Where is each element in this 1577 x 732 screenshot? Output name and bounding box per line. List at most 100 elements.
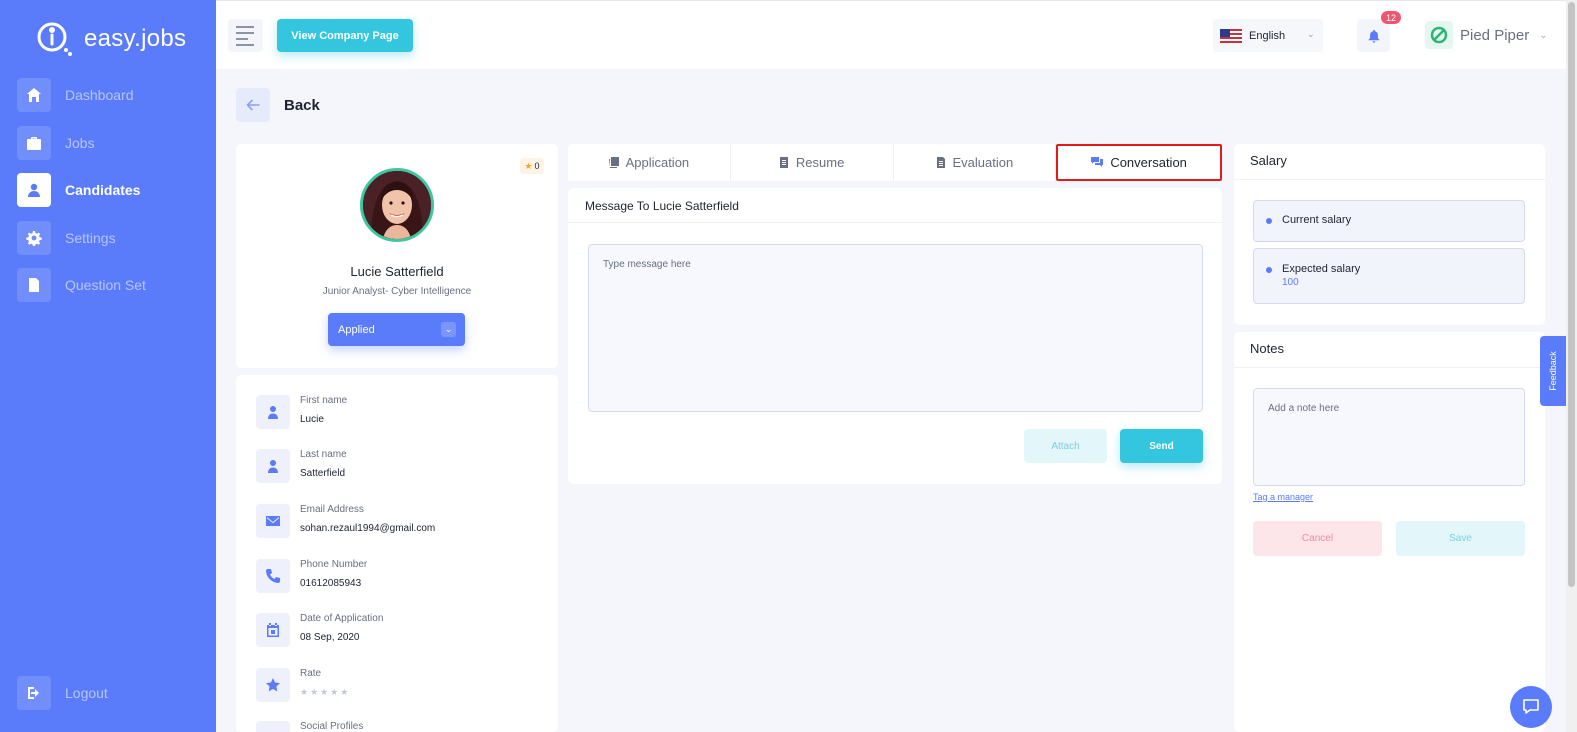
logo-icon bbox=[36, 20, 76, 58]
detail-label: First name bbox=[300, 395, 348, 406]
chat-icon bbox=[1091, 157, 1104, 167]
resume-icon bbox=[779, 157, 788, 168]
divider bbox=[568, 222, 1222, 223]
user-icon bbox=[17, 173, 51, 207]
sidebar-item-settings[interactable]: Settings bbox=[17, 220, 207, 255]
detail-email: Email Address sohan.rezaul1994@gmail.com bbox=[256, 504, 435, 538]
detail-social-profiles: Social Profiles bbox=[256, 721, 363, 732]
send-button[interactable]: Send bbox=[1120, 429, 1203, 463]
tab-label: Application bbox=[625, 155, 690, 170]
us-flag-icon bbox=[1220, 28, 1242, 43]
page-scrollbar[interactable] bbox=[1566, 0, 1577, 732]
expected-salary-label: Expected salary bbox=[1282, 263, 1361, 275]
save-button[interactable]: Save bbox=[1396, 521, 1525, 556]
tab-resume[interactable]: Resume bbox=[731, 144, 894, 181]
rating-badge: ★ 0 bbox=[520, 158, 544, 174]
phone-icon bbox=[256, 559, 290, 593]
chat-bubble-icon bbox=[1523, 699, 1539, 714]
feedback-tab[interactable]: Feedback bbox=[1540, 336, 1566, 406]
candidate-profile-card: ★ 0 Lucie Satterfield Junior Analyst- Cy… bbox=[236, 144, 558, 368]
application-icon bbox=[608, 157, 619, 168]
candidate-role: Junior Analyst- Cyber Intelligence bbox=[322, 286, 472, 297]
sidebar-item-candidates[interactable]: Candidates bbox=[17, 173, 207, 207]
briefcase-icon bbox=[17, 125, 51, 160]
arrow-left-icon bbox=[246, 99, 260, 111]
share-icon bbox=[256, 721, 290, 732]
detail-label: Social Profiles bbox=[300, 721, 364, 732]
sidebar-item-dashboard[interactable]: Dashboard bbox=[17, 78, 207, 112]
cancel-button[interactable]: Cancel bbox=[1253, 521, 1382, 556]
bell-icon bbox=[1368, 29, 1379, 43]
divider bbox=[1234, 367, 1545, 368]
detail-application-date: Date of Application 08 Sep, 2020 bbox=[256, 613, 383, 647]
sidebar: easy.jobs Dashboard Jobs Candidates Sett… bbox=[0, 0, 216, 732]
detail-value: sohan.rezaul1994@gmail.com bbox=[300, 523, 436, 534]
attach-button[interactable]: Attach bbox=[1024, 429, 1107, 463]
logo-text: easy.jobs bbox=[84, 25, 187, 52]
detail-value: Satterfield bbox=[300, 468, 346, 479]
calendar-icon bbox=[256, 613, 290, 647]
sidebar-item-label: Jobs bbox=[65, 134, 95, 151]
rating-stars[interactable]: ★★★★★ bbox=[300, 687, 350, 698]
divider bbox=[1234, 179, 1545, 180]
detail-first-name: First name Lucie bbox=[256, 395, 347, 429]
app-logo[interactable]: easy.jobs bbox=[36, 20, 186, 58]
menu-toggle-button[interactable] bbox=[228, 19, 263, 52]
pipeline-status-select[interactable]: Applied ⌄ bbox=[328, 313, 465, 346]
candidate-name: Lucie Satterfield bbox=[350, 264, 444, 279]
support-chat-button[interactable] bbox=[1510, 686, 1552, 728]
tab-application[interactable]: Application bbox=[568, 144, 731, 181]
home-icon bbox=[17, 78, 51, 112]
bullet-icon bbox=[1266, 218, 1272, 224]
detail-value: 08 Sep, 2020 bbox=[300, 632, 360, 643]
detail-label: Phone Number bbox=[300, 559, 368, 570]
company-switcher[interactable]: Pied Piper ⌄ bbox=[1425, 21, 1548, 49]
detail-label: Email Address bbox=[300, 504, 364, 515]
notes-panel: Notes Tag a manager Cancel Save bbox=[1234, 332, 1545, 732]
tab-conversation[interactable]: Conversation bbox=[1056, 144, 1222, 181]
current-salary-label: Current salary bbox=[1282, 214, 1352, 226]
back-button[interactable] bbox=[236, 88, 270, 122]
tab-label: Conversation bbox=[1110, 155, 1187, 170]
expected-salary-box: Expected salary 100 bbox=[1253, 248, 1525, 304]
view-company-page-button[interactable]: View Company Page bbox=[277, 19, 413, 52]
note-textarea[interactable] bbox=[1253, 388, 1525, 486]
language-select[interactable]: English ⌄ bbox=[1213, 19, 1323, 52]
detail-last-name: Last name Satterfield bbox=[256, 449, 347, 483]
bullet-icon bbox=[1266, 267, 1272, 273]
conversation-title: Message To Lucie Satterfield bbox=[585, 199, 739, 213]
sidebar-item-label: Dashboard bbox=[65, 87, 134, 103]
salary-panel: Salary Current salary Expected salary 10… bbox=[1234, 144, 1545, 325]
conversation-panel: Message To Lucie Satterfield Attach Send bbox=[568, 188, 1222, 484]
sidebar-item-jobs[interactable]: Jobs bbox=[17, 125, 207, 160]
sidebar-item-label: Candidates bbox=[65, 182, 141, 198]
notification-count-badge: 12 bbox=[1381, 11, 1401, 24]
detail-label: Last name bbox=[300, 449, 347, 460]
evaluation-icon bbox=[936, 157, 945, 168]
language-label: English bbox=[1249, 29, 1286, 42]
envelope-icon bbox=[256, 504, 290, 538]
tag-manager-link[interactable]: Tag a manager bbox=[1253, 492, 1313, 502]
detail-value: 01612085943 bbox=[300, 578, 362, 589]
gear-icon bbox=[17, 220, 51, 255]
tab-label: Resume bbox=[795, 155, 845, 170]
logout-button[interactable]: Logout bbox=[17, 676, 108, 710]
chevron-down-icon: ⌄ bbox=[1306, 29, 1315, 40]
detail-label: Date of Application bbox=[300, 613, 384, 624]
tab-evaluation[interactable]: Evaluation bbox=[894, 144, 1057, 181]
scrollbar-thumb[interactable] bbox=[1568, 2, 1575, 587]
candidate-details-card: First name Lucie Last name Satterfield Ema… bbox=[236, 375, 558, 732]
message-textarea[interactable] bbox=[588, 244, 1203, 412]
document-icon bbox=[17, 268, 51, 302]
detail-rate: Rate ★★★★★ bbox=[256, 668, 350, 702]
sidebar-nav: Dashboard Jobs Candidates Settings Quest… bbox=[17, 78, 207, 316]
star-icon: ★ bbox=[524, 160, 533, 171]
detail-label: Rate bbox=[300, 668, 322, 679]
notification-button[interactable] bbox=[1357, 19, 1390, 52]
tab-label: Evaluation bbox=[952, 155, 1014, 170]
sidebar-item-label: Question Set bbox=[65, 277, 146, 293]
user-icon bbox=[256, 395, 290, 429]
sidebar-item-question-set[interactable]: Question Set bbox=[17, 268, 207, 302]
logout-label: Logout bbox=[65, 685, 108, 701]
user-icon bbox=[256, 449, 290, 483]
